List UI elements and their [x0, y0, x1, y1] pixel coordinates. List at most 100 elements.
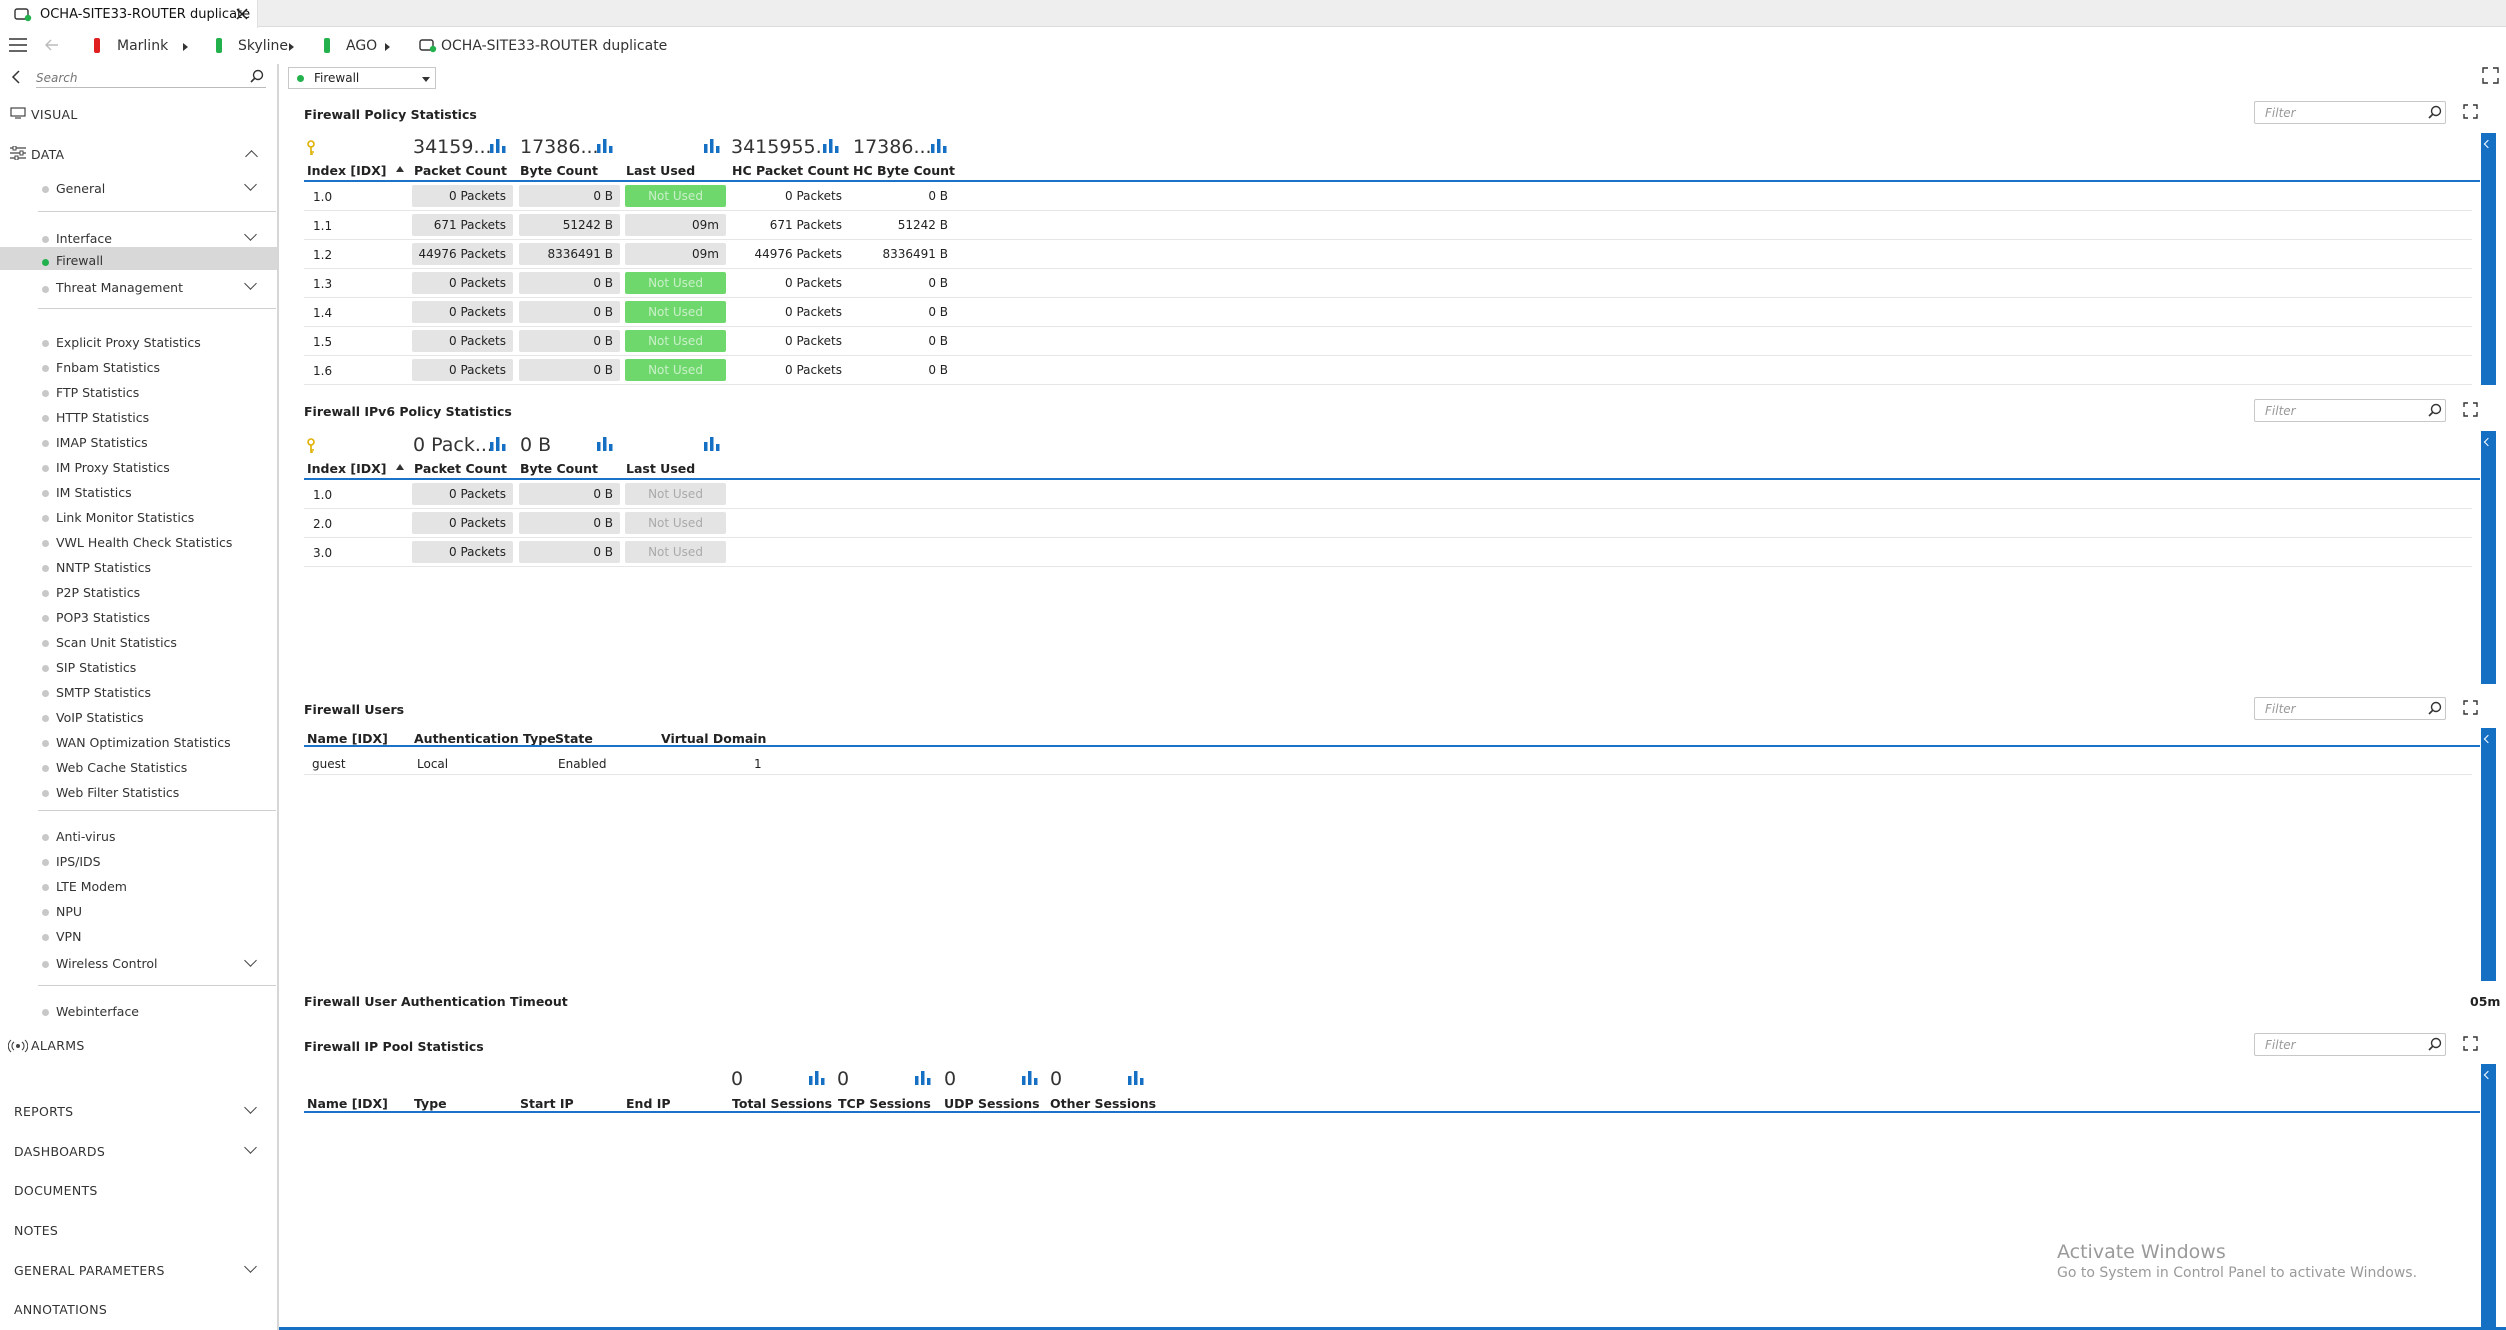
filter-input-users[interactable]: Filter — [2254, 697, 2446, 720]
collapse-side-panel-handle[interactable] — [2481, 728, 2496, 981]
filter-input-ippool[interactable]: Filter — [2254, 1033, 2446, 1056]
column-header[interactable]: TCP Sessions — [838, 1096, 931, 1111]
sidebar-item-firewall-highlight[interactable] — [0, 247, 277, 270]
sidebar-item-stat[interactable]: SIP Statistics — [56, 660, 136, 675]
sidebar-item-stat[interactable]: Scan Unit Statistics — [56, 635, 177, 650]
sidebar-item-firewall[interactable]: Firewall — [56, 253, 103, 268]
filter-input-policy[interactable]: Filter — [2254, 101, 2446, 124]
expand-panel-icon[interactable] — [2463, 104, 2478, 119]
bar-chart-icon[interactable] — [915, 1071, 931, 1085]
search-icon[interactable] — [2428, 1037, 2442, 1051]
sidebar-item-stat[interactable]: WAN Optimization Statistics — [56, 735, 231, 750]
collapse-side-panel-handle[interactable] — [2481, 133, 2496, 385]
column-header[interactable]: Index [IDX] — [307, 163, 386, 178]
sidebar-item-general[interactable]: General — [56, 181, 105, 196]
breadcrumb-item-ago[interactable]: AGO — [346, 38, 377, 54]
sidebar-item-stat[interactable]: Fnbam Statistics — [56, 360, 160, 375]
sidebar-item-module[interactable]: VPN — [56, 929, 81, 944]
bar-chart-icon[interactable] — [823, 139, 839, 153]
sidebar-general-parameters[interactable]: GENERAL PARAMETERS — [14, 1263, 165, 1278]
element-tab[interactable]: OCHA-SITE33-ROUTER duplicate — [0, 0, 258, 28]
bar-chart-icon[interactable] — [490, 139, 506, 153]
column-header[interactable]: Start IP — [520, 1096, 574, 1111]
sidebar-item-stat[interactable]: VoIP Statistics — [56, 710, 144, 725]
search-icon[interactable] — [2428, 105, 2442, 119]
collapse-side-panel-handle[interactable] — [2481, 1064, 2496, 1327]
breadcrumb-item-marlink[interactable]: Marlink — [117, 38, 168, 54]
column-header[interactable]: UDP Sessions — [944, 1096, 1040, 1111]
filter-input-ipv6[interactable]: Filter — [2254, 399, 2446, 422]
expand-panel-icon[interactable] — [2463, 402, 2478, 417]
chevron-up-icon[interactable] — [245, 150, 258, 163]
column-header[interactable]: Packet Count — [414, 461, 507, 476]
chevron-down-icon[interactable] — [244, 277, 257, 290]
back-arrow-icon[interactable] — [45, 39, 59, 51]
sidebar-item-module[interactable]: LTE Modem — [56, 879, 127, 894]
sidebar-item-stat[interactable]: Web Cache Statistics — [56, 760, 187, 775]
expand-panel-icon[interactable] — [2463, 700, 2478, 715]
search-icon[interactable] — [2428, 403, 2442, 417]
sidebar-item-module[interactable]: NPU — [56, 904, 82, 919]
sidebar-item-stat[interactable]: VWL Health Check Statistics — [56, 535, 232, 550]
chevron-down-icon[interactable] — [244, 228, 257, 241]
chevron-down-icon[interactable] — [244, 1260, 257, 1273]
sidebar-item-stat[interactable]: SMTP Statistics — [56, 685, 151, 700]
column-header[interactable]: Other Sessions — [1050, 1096, 1156, 1111]
sidebar-item-module[interactable]: IPS/IDS — [56, 854, 101, 869]
bar-chart-icon[interactable] — [490, 437, 506, 451]
column-header-state[interactable]: State — [555, 731, 593, 746]
sidebar-item-stat[interactable]: IM Statistics — [56, 485, 132, 500]
sidebar-item-stat[interactable]: Explicit Proxy Statistics — [56, 335, 201, 350]
chevron-down-icon[interactable] — [244, 1101, 257, 1114]
sidebar-dashboards[interactable]: DASHBOARDS — [14, 1144, 105, 1159]
chevron-down-icon[interactable] — [244, 954, 257, 967]
sidebar-item-stat[interactable]: NNTP Statistics — [56, 560, 151, 575]
sidebar-data[interactable]: DATA — [31, 147, 64, 162]
column-header[interactable]: HC Byte Count — [853, 163, 955, 178]
column-header[interactable]: Total Sessions — [732, 1096, 832, 1111]
sidebar-reports[interactable]: REPORTS — [14, 1104, 73, 1119]
breadcrumb-item-element[interactable]: OCHA-SITE33-ROUTER duplicate — [441, 38, 667, 54]
column-header[interactable]: Name [IDX] — [307, 1096, 388, 1111]
bar-chart-icon[interactable] — [597, 139, 613, 153]
sidebar-search-input[interactable] — [36, 68, 266, 88]
search-icon[interactable] — [2428, 701, 2442, 715]
sidebar-item-stat[interactable]: P2P Statistics — [56, 585, 140, 600]
column-header[interactable]: Last Used — [626, 461, 695, 476]
sidebar-item-stat[interactable]: IMAP Statistics — [56, 435, 148, 450]
column-header[interactable]: Type — [414, 1096, 447, 1111]
column-header[interactable]: Byte Count — [520, 461, 598, 476]
collapse-sidebar-icon[interactable] — [11, 70, 21, 84]
column-header[interactable]: Index [IDX] — [307, 461, 386, 476]
sidebar-notes[interactable]: NOTES — [14, 1223, 58, 1238]
sidebar-item-stat[interactable]: IM Proxy Statistics — [56, 460, 170, 475]
column-header-name[interactable]: Name [IDX] — [307, 731, 388, 746]
hamburger-menu-icon[interactable] — [9, 38, 27, 52]
sidebar-item-stat[interactable]: FTP Statistics — [56, 385, 139, 400]
column-header[interactable]: Byte Count — [520, 163, 598, 178]
sidebar-annotations[interactable]: ANNOTATIONS — [14, 1302, 107, 1317]
chevron-down-icon[interactable] — [244, 1141, 257, 1154]
sidebar-alarms[interactable]: ALARMS — [31, 1038, 85, 1053]
column-header[interactable]: Packet Count — [414, 163, 507, 178]
sidebar-item-webinterface[interactable]: Webinterface — [56, 1004, 139, 1019]
column-header-virtual-domain[interactable]: Virtual Domain — [661, 731, 766, 746]
page-select[interactable]: Firewall — [288, 67, 436, 89]
bar-chart-icon[interactable] — [597, 437, 613, 451]
sidebar-item-stat[interactable]: HTTP Statistics — [56, 410, 149, 425]
fullscreen-icon[interactable] — [2482, 67, 2499, 84]
bar-chart-icon[interactable] — [1022, 1071, 1038, 1085]
bar-chart-icon[interactable] — [704, 139, 720, 153]
bar-chart-icon[interactable] — [1128, 1071, 1144, 1085]
sidebar-item-stat[interactable]: POP3 Statistics — [56, 610, 150, 625]
column-header[interactable]: Last Used — [626, 163, 695, 178]
sidebar-item-interface[interactable]: Interface — [56, 231, 112, 246]
sidebar-item-threat-management[interactable]: Threat Management — [56, 280, 183, 295]
bar-chart-icon[interactable] — [704, 437, 720, 451]
column-header[interactable]: HC Packet Count — [732, 163, 849, 178]
sidebar-item-stat[interactable]: Web Filter Statistics — [56, 785, 179, 800]
sidebar-visual[interactable]: VISUAL — [31, 107, 78, 122]
expand-panel-icon[interactable] — [2463, 1036, 2478, 1051]
search-icon[interactable] — [250, 69, 264, 83]
column-header-auth-type[interactable]: Authentication Type — [414, 731, 556, 746]
